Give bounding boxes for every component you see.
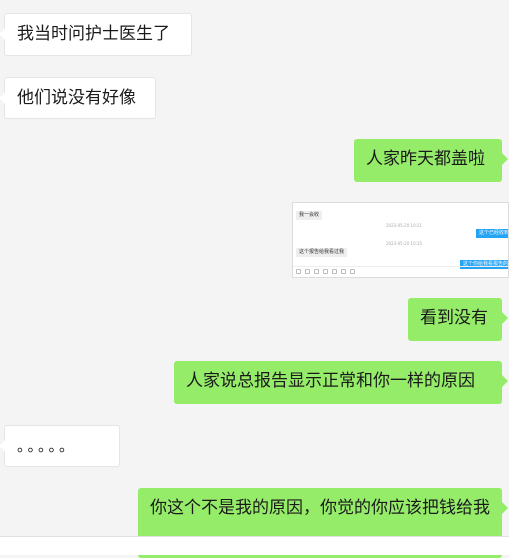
chat-message-list: 我当时问护士医生了 他们说没有好像 人家昨天都盖啦 我一会收 2023-05-2… [0, 0, 509, 558]
folder-icon [305, 269, 310, 274]
screenshot-image-message[interactable]: 我一会收 2023-05-20 10:21 这个已经收到 2023-05-20 … [292, 202, 509, 278]
input-bar[interactable] [0, 536, 509, 555]
video-icon [341, 269, 346, 274]
outgoing-message[interactable]: 看到没有 [408, 298, 508, 341]
phone-icon [332, 269, 337, 274]
screenshot-incoming-text: 我一会收 [296, 211, 323, 220]
incoming-message[interactable]: 。。。。。 [0, 425, 120, 467]
screenshot-timestamp: 2023-05-20 10:25 [386, 241, 423, 246]
emoji-icon [296, 269, 301, 274]
outgoing-message[interactable]: 人家说总报告显示正常和你一样的原因 [174, 361, 508, 404]
screenshot-timestamp: 2023-05-20 10:21 [386, 223, 423, 228]
incoming-message[interactable]: 他们说没有好像 [0, 77, 156, 119]
chat-icon [323, 269, 328, 274]
scissors-icon [314, 269, 319, 274]
more-icon [350, 269, 355, 274]
screenshot-incoming-text: 这个报告给我看过我 [296, 248, 348, 257]
outgoing-message[interactable]: 人家昨天都盖啦 [354, 139, 508, 182]
screenshot-outgoing-text: 这个已经收到 [476, 229, 508, 238]
screenshot-toolbar [293, 266, 508, 277]
incoming-message[interactable]: 我当时问护士医生了 [0, 13, 192, 56]
